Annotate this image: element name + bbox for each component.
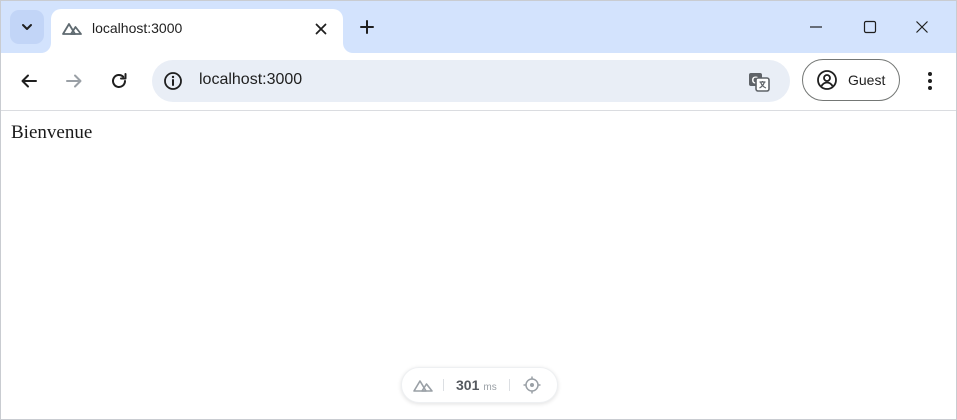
plus-icon	[360, 20, 374, 34]
translate-button[interactable]: G	[746, 69, 772, 95]
close-icon	[315, 23, 327, 35]
translate-icon: G	[749, 73, 770, 92]
render-time: 301 ms	[456, 377, 497, 393]
profile-button[interactable]: Guest	[802, 59, 900, 101]
url-text[interactable]: localhost:3000	[199, 71, 302, 89]
render-time-unit: ms	[483, 382, 497, 393]
browser-menu-button[interactable]	[915, 65, 945, 97]
maximize-icon	[863, 20, 877, 34]
tab-strip: localhost:3000	[1, 1, 956, 53]
reload-button[interactable]	[103, 65, 135, 97]
target-icon[interactable]	[522, 375, 542, 395]
page-content: Bienvenue 301 ms	[1, 111, 956, 419]
divider	[508, 379, 510, 391]
kebab-menu-icon	[928, 72, 932, 90]
browser-toolbar: localhost:3000 G Guest	[1, 53, 956, 110]
site-info-button[interactable]	[162, 70, 184, 92]
minimize-icon	[810, 26, 822, 28]
new-tab-button[interactable]	[355, 15, 379, 39]
forward-button[interactable]	[58, 65, 90, 97]
chevron-down-icon	[22, 24, 32, 30]
tab-active[interactable]: localhost:3000	[51, 9, 343, 53]
address-bar[interactable]: localhost:3000 G	[152, 60, 790, 102]
browser-window: localhost:3000 localhost:3000 Guest Bien…	[0, 0, 957, 420]
tab-title: localhost:3000	[92, 20, 183, 36]
maximize-button[interactable]	[855, 13, 885, 41]
arrow-right-icon	[66, 74, 82, 88]
info-icon	[164, 72, 182, 90]
close-icon	[916, 21, 928, 33]
back-button[interactable]	[13, 65, 45, 97]
profile-label: Guest	[848, 72, 886, 88]
nuxt-logo-icon	[62, 23, 82, 35]
render-time-value: 301	[456, 377, 480, 393]
tab-search-button[interactable]	[10, 10, 44, 44]
page-heading: Bienvenue	[11, 122, 93, 143]
reload-icon	[112, 73, 127, 88]
minimize-button[interactable]	[801, 13, 831, 41]
divider	[443, 379, 444, 391]
tab-close-button[interactable]	[310, 18, 332, 40]
arrow-left-icon	[21, 74, 37, 88]
account-circle-icon	[815, 68, 839, 92]
close-window-button[interactable]	[907, 13, 937, 41]
nuxt-devtools-toolbar[interactable]: 301 ms	[401, 367, 558, 403]
nuxt-logo-icon[interactable]	[412, 377, 434, 393]
